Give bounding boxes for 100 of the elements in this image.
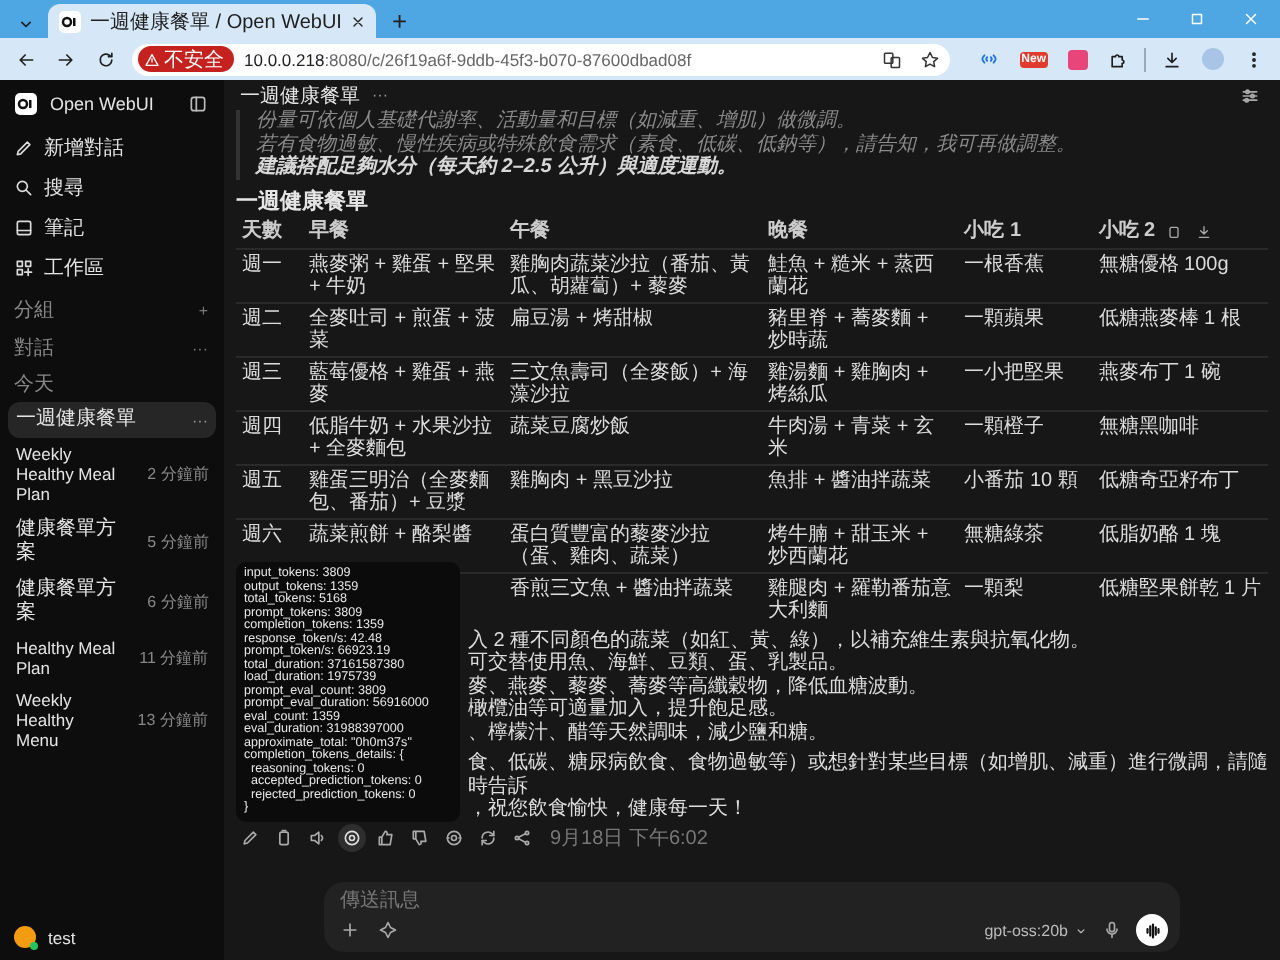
table-cell: 牛肉湯 + 青菜 + 玄米 <box>762 410 959 464</box>
table-cell: 低脂牛奶 + 水果沙拉 + 全麥麵包 <box>303 410 505 464</box>
address-bar[interactable]: 不安全 10.0.0.218:8080/c/26f19a6f-9ddb-45f3-b070-87600dbad08f <box>132 43 950 75</box>
table-cell: 燕麥布丁 1 碗 <box>1092 356 1268 410</box>
chat-title: Weekly Healthy Menu <box>16 689 76 751</box>
info-button[interactable] <box>338 823 366 851</box>
message-input-box[interactable]: 傳送訊息 gpt-oss:20b <box>324 882 1180 952</box>
clipboard-icon <box>1165 223 1182 239</box>
table-cell: 蔬菜豆腐炒飯 <box>504 410 763 464</box>
signal-icon <box>977 48 1000 70</box>
nav-item[interactable]: 搜尋 <box>8 168 216 208</box>
table-cell: 無糖優格 100g <box>1092 248 1268 302</box>
nav-item[interactable]: 筆記 <box>8 208 216 248</box>
user-name: test <box>48 927 76 947</box>
extension-button[interactable] <box>1064 45 1092 73</box>
table-cell: 無糖黑咖啡 <box>1092 410 1268 464</box>
paragraph-text: 麥、燕麥、藜麥、蕎麥等高纖穀物，降低血糖波動。 <box>468 675 930 697</box>
note-icon <box>14 218 34 238</box>
avatar-icon <box>1202 48 1224 70</box>
app-logo-icon <box>58 9 82 33</box>
more-icon: ··· <box>192 411 208 429</box>
app-logo-icon <box>14 92 38 116</box>
security-text: 不安全 <box>164 47 224 73</box>
integrations-button[interactable] <box>374 916 402 944</box>
chat-menu-button[interactable]: ··· <box>372 86 388 104</box>
chat-item[interactable]: Healthy Meal Plan 11 分鐘前 <box>8 631 216 684</box>
table-cell: 雞湯麵 + 雞胸肉 + 烤絲瓜 <box>762 356 959 410</box>
thumbs-up-icon <box>376 827 396 847</box>
clipboard-icon <box>274 827 294 847</box>
paragraph-text: 、檸檬汁、醋等天然調味，減少鹽和糖。 <box>468 721 830 744</box>
pencil-icon <box>240 827 260 847</box>
table-cell: 全麥吐司 + 煎蛋 + 菠菜 <box>303 302 505 356</box>
table-cell: 一小把堅果 <box>958 356 1093 410</box>
chat-item[interactable]: 健康餐單方案 6 分鐘前 <box>8 571 216 632</box>
paragraph-text: 入 2 種不同顏色的蔬菜（如紅、黃、綠），以補充維生素與抗氧化物。 <box>468 629 1093 651</box>
column-header: 小吃 1 <box>958 217 1093 248</box>
sparkle-icon <box>378 920 398 940</box>
waveform-icon <box>1141 919 1163 941</box>
chat-item[interactable]: 健康餐單方案 5 分鐘前 <box>8 511 216 572</box>
grid-icon <box>14 258 34 278</box>
table-cell: 週三 <box>236 356 304 410</box>
download-icon <box>1195 223 1212 239</box>
security-badge[interactable]: 不安全 <box>138 46 234 72</box>
table-cell: 一根香蕉 <box>958 248 1093 302</box>
table-cell: 扁豆湯 + 烤甜椒 <box>504 302 763 356</box>
table-cell: 低糖燕麥棒 1 根 <box>1092 302 1268 356</box>
group-label: 今天 <box>12 372 56 400</box>
share-icon <box>512 827 532 847</box>
section-action-button[interactable]: + <box>196 299 210 321</box>
chat-time: 13 分鐘前 <box>137 710 208 732</box>
browser-tab[interactable]: 一週健康餐單 / Open WebUI <box>48 4 376 38</box>
chat-time: 11 分鐘前 <box>138 647 208 669</box>
plus-icon <box>340 920 360 940</box>
table-cell: 一顆蘋果 <box>958 302 1093 356</box>
chat-item[interactable]: 一週健康餐單 ··· <box>8 402 216 438</box>
new-tab-button[interactable]: + <box>383 4 416 38</box>
pencil-icon <box>14 138 34 158</box>
puzzle-icon <box>1108 49 1128 69</box>
column-header: 午餐 <box>504 217 763 248</box>
table-cell: 藍莓優格 + 雞蛋 + 燕麥 <box>303 356 505 410</box>
nav-item[interactable]: 新增對話 <box>8 128 216 168</box>
section-action-button[interactable]: ··· <box>190 337 210 359</box>
table-cell: 週二 <box>236 302 304 356</box>
table-cell: 烤牛腩 + 甜玉米 + 炒西蘭花 <box>762 518 959 572</box>
table-cell: 低糖奇亞籽布丁 <box>1092 464 1268 518</box>
close-icon <box>349 13 366 29</box>
info-icon <box>342 827 362 847</box>
translate-icon <box>881 49 902 69</box>
speaker-icon <box>308 827 328 847</box>
column-header: 天數 <box>236 217 304 248</box>
chat-item[interactable]: Weekly Healthy Menu 13 分鐘前 <box>8 683 216 757</box>
table-cell: 一顆梨 <box>958 572 1093 625</box>
chat-time: 2 分鐘前 <box>146 464 208 486</box>
table-cell: 魚排 + 醬油拌蔬菜 <box>762 464 959 518</box>
close-icon <box>1242 10 1260 28</box>
voice-mode-button[interactable] <box>1136 914 1168 946</box>
table-cell: 週一 <box>236 248 304 302</box>
table-cell: 週五 <box>236 464 304 518</box>
sidebar-toggle-button[interactable] <box>186 92 210 116</box>
column-header: 早餐 <box>303 217 505 248</box>
chat-title: 一週健康餐單 <box>240 83 360 109</box>
sliders-icon <box>1240 85 1260 105</box>
table-cell: 無糖綠茶 <box>958 518 1093 572</box>
thumbs-down-icon <box>410 827 430 847</box>
app-name: Open WebUI <box>50 94 156 114</box>
table-cell: 一顆橙子 <box>958 410 1093 464</box>
paragraph-text: ，祝您飲食愉快，健康每一天！ <box>468 798 750 821</box>
table-cell: 豬里脊 + 蕎麥麵 + 炒時蔬 <box>762 302 959 356</box>
model-selector[interactable]: gpt-oss:20b <box>984 921 1088 939</box>
nav-item[interactable]: 工作區 <box>8 248 216 288</box>
status-dot <box>30 942 38 950</box>
url-text: 10.0.0.218:8080/c/26f19a6f-9ddb-45f3-b070-87600dbad08f <box>244 49 692 69</box>
table-cell: 低脂奶酪 1 塊 <box>1092 518 1268 572</box>
chat-item[interactable]: Weekly Healthy Meal Plan 2 分鐘前 <box>8 438 216 512</box>
section-label: 對話 <box>14 335 54 362</box>
table-cell: 雞腿肉 + 羅勒番茄意大利麵 <box>762 572 959 625</box>
table-cell: 鮭魚 + 糙米 + 蒸西蘭花 <box>762 248 959 302</box>
search-icon <box>14 178 34 198</box>
chat-time: 6 分鐘前 <box>146 591 208 613</box>
table-cell: 香煎三文魚 + 醬油拌蔬菜 <box>504 572 763 625</box>
